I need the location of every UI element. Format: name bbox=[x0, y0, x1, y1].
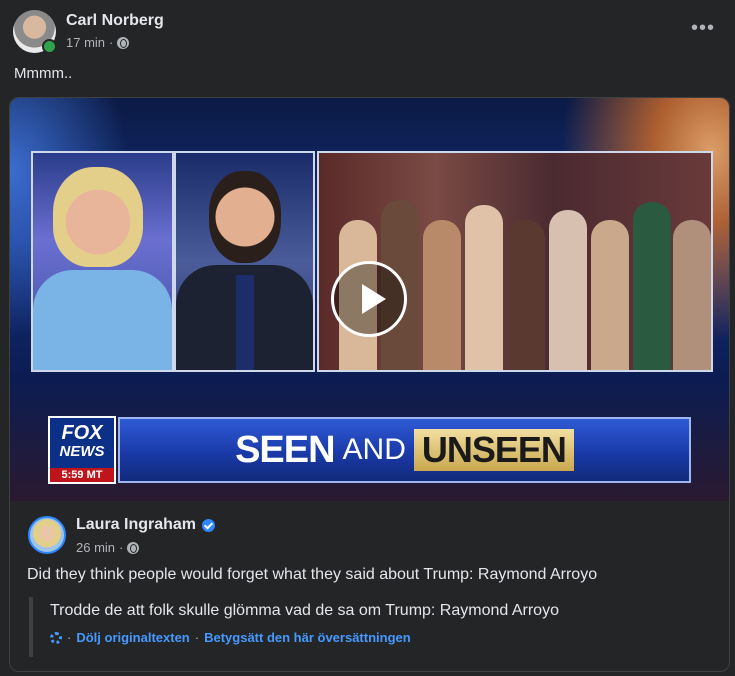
runway-figure bbox=[465, 205, 503, 370]
video-panel-host bbox=[31, 151, 174, 372]
video-panel-guest bbox=[174, 151, 315, 372]
post-meta: Carl Norberg 17 min · bbox=[66, 11, 164, 50]
video-banner: SEEN AND UNSEEN bbox=[118, 417, 691, 483]
translation-actions: · Dölj originaltexten · Betygsätt den hä… bbox=[50, 630, 689, 645]
hide-original-link[interactable]: Dölj originaltexten bbox=[76, 630, 189, 645]
separator: · bbox=[67, 630, 72, 645]
logo-time: 5:59 MT bbox=[50, 468, 114, 482]
post-time[interactable]: 17 min bbox=[66, 35, 105, 50]
runway-figure bbox=[633, 202, 671, 370]
post-text: Mmmm.. bbox=[14, 65, 73, 82]
post-subline: 17 min · bbox=[66, 35, 164, 50]
rate-translation-link[interactable]: Betygsätt den här översättningen bbox=[204, 630, 411, 645]
source-header: Laura Ingraham 26 min · bbox=[28, 516, 216, 555]
fox-news-logo: FOX NEWS 5:59 MT bbox=[48, 416, 116, 484]
guest-tie bbox=[236, 275, 254, 370]
translated-text: Trodde de att folk skulle glömma vad de … bbox=[50, 602, 559, 619]
separator: · bbox=[194, 630, 200, 645]
runway-figure bbox=[549, 210, 587, 370]
video-player[interactable]: FOX NEWS 5:59 MT SEEN AND UNSEEN bbox=[10, 98, 729, 501]
gear-icon[interactable] bbox=[50, 631, 62, 644]
banner-and: AND bbox=[342, 433, 406, 466]
runway-figure bbox=[591, 220, 629, 370]
verified-icon bbox=[202, 518, 216, 532]
host-face bbox=[53, 167, 143, 267]
source-subline: 26 min · bbox=[76, 540, 215, 555]
runway-figure bbox=[673, 220, 711, 370]
globe-icon bbox=[127, 541, 140, 554]
source-author: Laura Ingraham bbox=[76, 516, 216, 534]
source-meta: Laura Ingraham 26 min · bbox=[76, 516, 216, 555]
runway-figure bbox=[423, 220, 461, 370]
shared-caption: Did they think people would forget what … bbox=[27, 566, 598, 583]
separator: · bbox=[119, 540, 124, 555]
author-avatar[interactable] bbox=[13, 10, 57, 54]
logo-news: NEWS bbox=[59, 443, 105, 460]
guest-face bbox=[209, 171, 281, 263]
play-icon[interactable] bbox=[331, 261, 407, 337]
author-name[interactable]: Carl Norberg bbox=[66, 11, 164, 31]
post-header: Carl Norberg 17 min · bbox=[13, 10, 164, 54]
shared-post[interactable]: FOX NEWS 5:59 MT SEEN AND UNSEEN Laura I… bbox=[9, 97, 730, 672]
online-status-dot bbox=[42, 39, 57, 54]
globe-icon bbox=[117, 36, 130, 49]
source-avatar[interactable] bbox=[28, 516, 66, 554]
banner-unseen: UNSEEN bbox=[413, 429, 574, 471]
more-options-icon[interactable]: ••• bbox=[691, 18, 715, 38]
banner-seen: SEEN bbox=[235, 428, 335, 471]
source-author-name[interactable]: Laura Ingraham bbox=[76, 516, 196, 534]
source-time[interactable]: 26 min bbox=[76, 540, 115, 555]
logo-fox: FOX bbox=[61, 422, 103, 444]
translation-block: Trodde de att folk skulle glömma vad de … bbox=[29, 597, 689, 657]
runway-figure bbox=[507, 220, 545, 370]
host-figure bbox=[33, 270, 172, 370]
separator: · bbox=[109, 35, 114, 50]
